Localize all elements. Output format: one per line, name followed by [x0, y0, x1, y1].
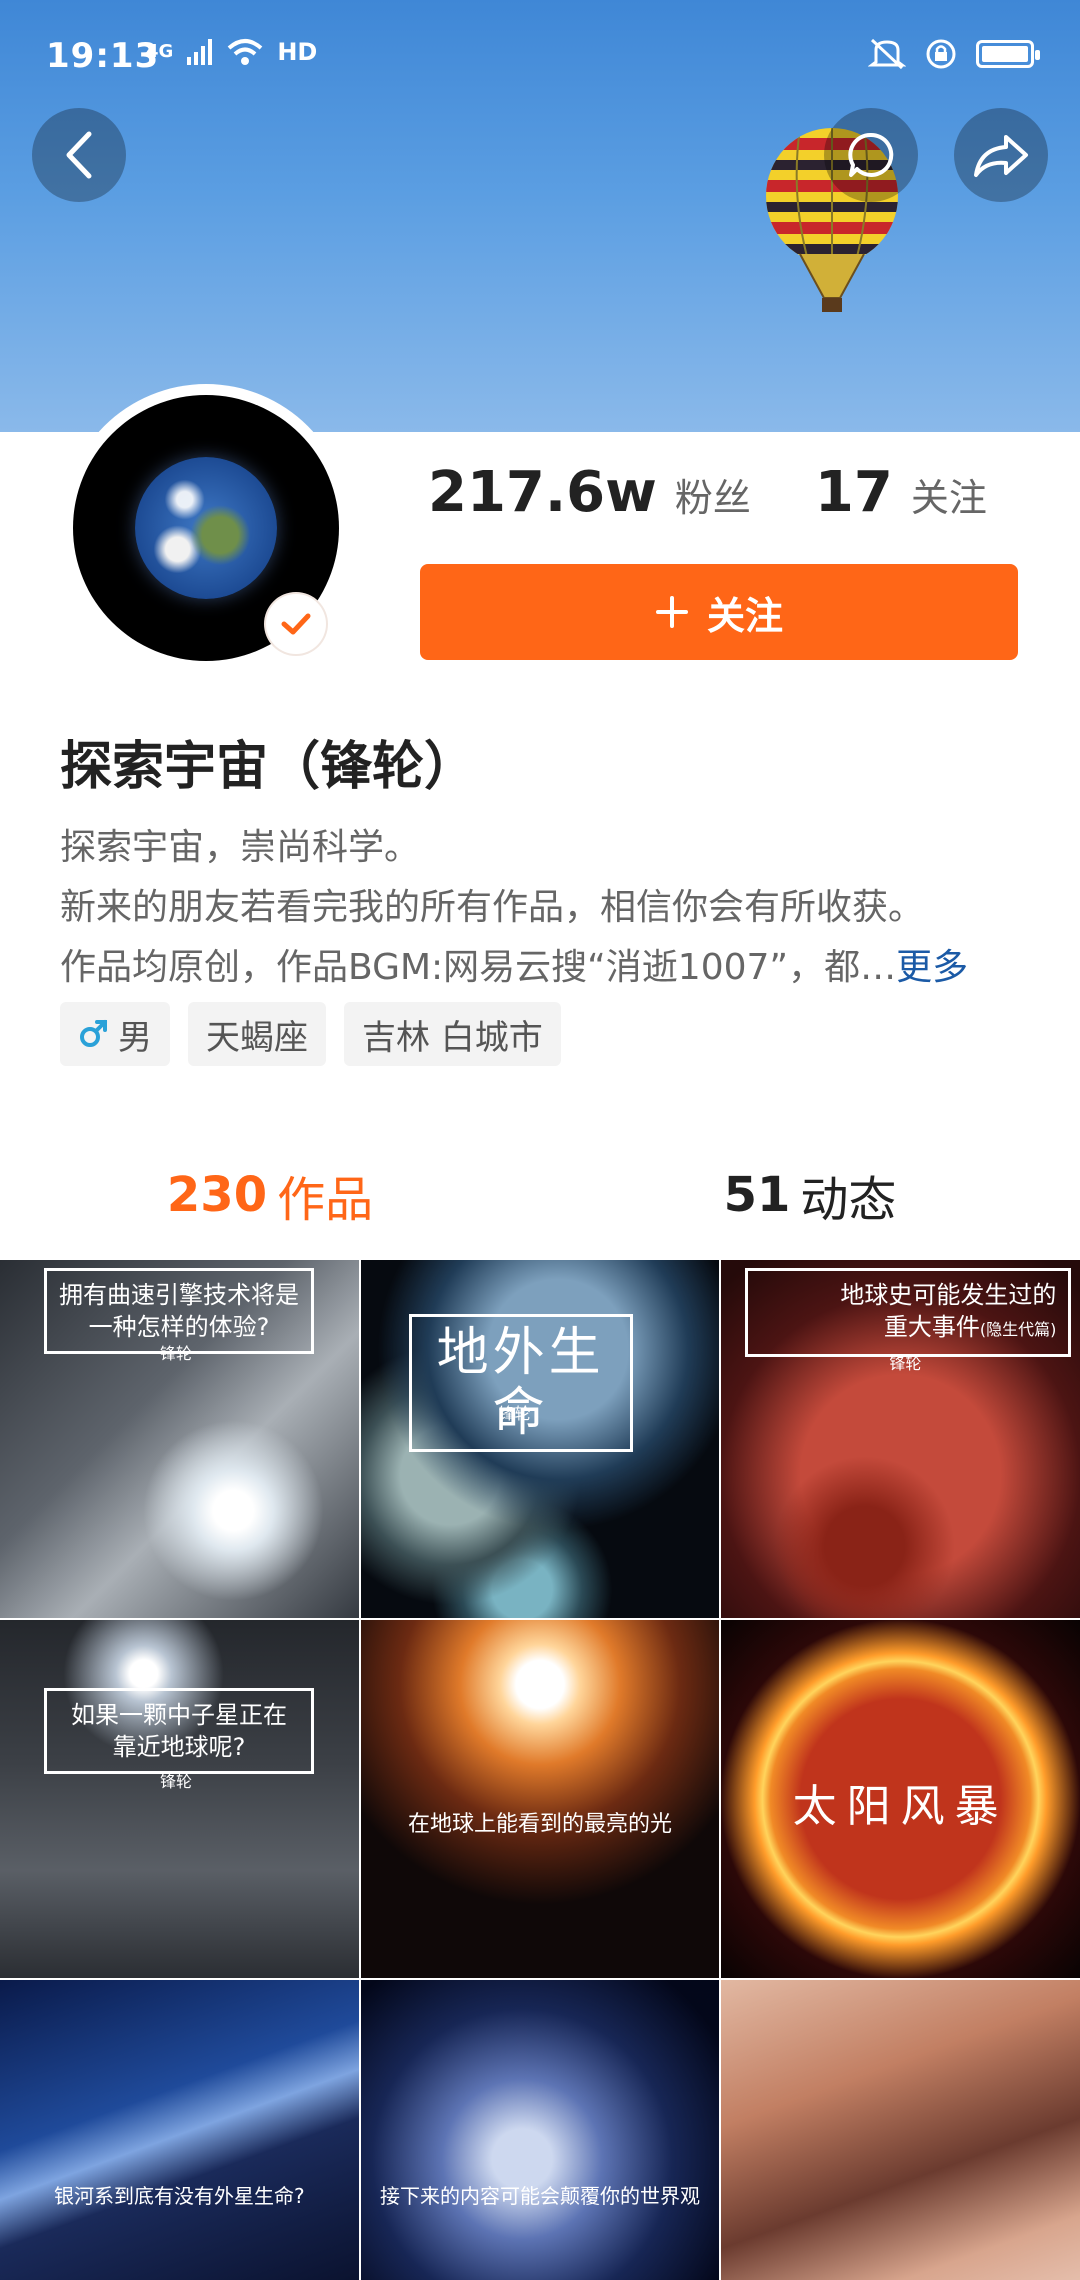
profile-bio: 探索宇宙，崇尚科学。 新来的朋友若看完我的所有作品，相信你会有所收获。 作品均原… — [60, 818, 1020, 998]
following-count[interactable]: 17 — [815, 460, 893, 525]
video-thumbnail[interactable]: 在地球上能看到的最亮的光 — [360, 1620, 720, 1978]
bio-line: 探索宇宙，崇尚科学。 — [60, 827, 421, 868]
plus-icon — [655, 596, 688, 628]
location-tag: 吉林 白城市 — [344, 1002, 561, 1066]
bio-line: 新来的朋友若看完我的所有作品，相信你会有所收获。 — [60, 887, 925, 928]
bio-more-link[interactable]: 更多 — [896, 947, 968, 988]
fans-count[interactable]: 217.6w — [428, 460, 657, 525]
share-button[interactable] — [954, 108, 1048, 202]
video-author: 锋轮 — [160, 1344, 193, 1363]
video-thumbnail[interactable]: 地球史可能发生过的 重大事件(隐生代篇) 锋轮 — [721, 1260, 1080, 1618]
video-title-line: 如果一颗中子星正在 — [71, 1701, 287, 1729]
bio-line-last: 作品均原创，作品BGM:网易云搜“消逝1007”，都…更多 — [60, 938, 1020, 998]
video-title-line: 地球史可能发生过的 — [840, 1281, 1057, 1309]
video-thumbnail[interactable]: 接下来的内容可能会颠覆你的世界观 — [360, 1980, 720, 2280]
video-grid: 拥有曲速引擎技术将是 一种怎样的体验? 锋轮 地外生命 锋轮 地球史可能发生过的… — [0, 1260, 1080, 2280]
profile-banner: 19:13 4G HD — [0, 0, 1080, 432]
content-tabs: 230 作品 51 动态 — [0, 1130, 1080, 1260]
lock-icon — [926, 39, 956, 69]
constellation-tag: 天蝎座 — [188, 1002, 326, 1066]
video-author: 锋轮 — [160, 1772, 193, 1791]
video-title: 在地球上能看到的最亮的光 — [407, 1812, 672, 1837]
gender-label: 男 — [118, 1017, 152, 1058]
hd-icon: HD — [277, 38, 318, 66]
wifi-icon — [227, 39, 263, 65]
back-button[interactable] — [32, 108, 126, 202]
video-title: 接下来的内容可能会颠覆你的世界观 — [379, 2184, 700, 2208]
video-title: 如果一颗中子星正在 靠近地球呢? — [44, 1688, 314, 1774]
video-title-line: 靠近地球呢? — [112, 1733, 246, 1761]
bio-line: 作品均原创，作品BGM:网易云搜“消逝1007”，都… — [60, 947, 897, 988]
signal-icon — [187, 39, 213, 65]
constellation-label: 天蝎座 — [206, 1017, 308, 1058]
tab-works-label: 作品 — [277, 1172, 374, 1228]
location-label: 吉林 白城市 — [362, 1017, 543, 1058]
status-system-group — [868, 38, 1040, 70]
earth-image — [135, 457, 277, 599]
video-title-line: 重大事件(隐生代篇) — [760, 1311, 1057, 1346]
video-title: 太阳风暴 — [792, 1781, 1009, 1832]
profile-tags: 男 天蝎座 吉林 白城市 — [60, 1002, 561, 1066]
video-thumbnail[interactable]: 太阳风暴 — [721, 1620, 1080, 1978]
gender-tag: 男 — [60, 1002, 170, 1066]
share-arrow-icon — [974, 135, 1028, 177]
following-label[interactable]: 关注 — [911, 467, 987, 522]
chat-bubble-icon — [848, 132, 894, 177]
video-title-sub: (隐生代篇) — [979, 1320, 1057, 1339]
profile-name: 探索宇宙（锋轮） — [60, 737, 477, 797]
status-bar: 19:13 4G HD — [0, 0, 1080, 110]
battery-icon — [976, 40, 1040, 68]
video-thumbnail[interactable]: 银河系到底有没有外星生命? — [0, 1980, 359, 2280]
tab-moments-label: 动态 — [800, 1172, 897, 1228]
tab-works[interactable]: 230 作品 — [0, 1130, 540, 1260]
tab-works-count: 230 — [166, 1167, 268, 1223]
status-time: 19:13 — [46, 36, 160, 76]
video-thumbnail[interactable]: 如果一颗中子星正在 靠近地球呢? 锋轮 — [0, 1620, 359, 1978]
message-button[interactable] — [824, 108, 918, 202]
verified-badge — [266, 594, 326, 654]
chevron-left-icon — [66, 131, 92, 179]
checkmark-icon — [281, 613, 311, 635]
follow-button[interactable]: 关注 — [420, 564, 1018, 660]
video-title-line: 一种怎样的体验? — [88, 1313, 270, 1341]
video-author: 锋轮 — [498, 1404, 531, 1423]
video-thumbnail[interactable]: 拥有曲速引擎技术将是 一种怎样的体验? 锋轮 — [0, 1260, 359, 1618]
tab-moments[interactable]: 51 动态 — [540, 1130, 1080, 1260]
network-type-label: 4G — [146, 41, 174, 62]
tab-moments-count: 51 — [723, 1167, 791, 1223]
video-title: 地外生命 — [408, 1314, 633, 1452]
video-thumbnail[interactable]: 地外生命 锋轮 — [360, 1260, 720, 1618]
video-thumbnail[interactable] — [721, 1980, 1080, 2280]
video-title-line: 拥有曲速引擎技术将是 — [59, 1281, 299, 1309]
profile-stats: 217.6w 粉丝 17 关注 — [428, 460, 1033, 525]
status-network-group: 4G HD — [146, 38, 317, 66]
video-title: 银河系到底有没有外星生命? — [54, 2184, 305, 2208]
video-title-text: 重大事件 — [883, 1313, 980, 1341]
male-icon — [80, 1020, 107, 1047]
mute-icon — [868, 38, 906, 70]
video-author: 锋轮 — [889, 1354, 922, 1373]
fans-label[interactable]: 粉丝 — [675, 467, 751, 522]
follow-button-label: 关注 — [706, 593, 783, 638]
video-title: 地球史可能发生过的 重大事件(隐生代篇) — [745, 1268, 1072, 1357]
